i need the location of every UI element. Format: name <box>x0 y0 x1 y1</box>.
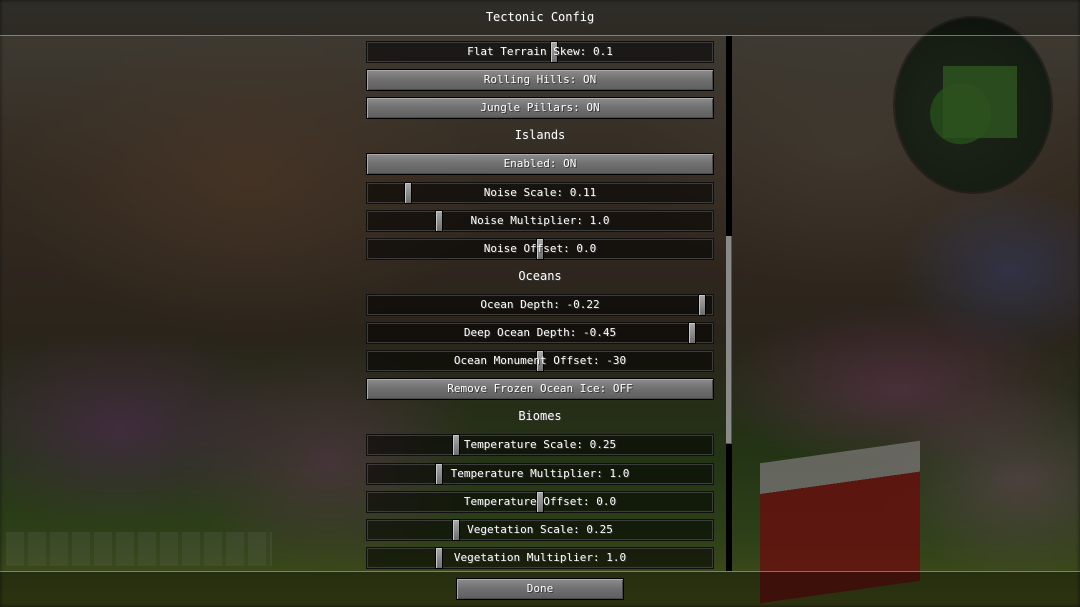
option-row: Enabled: ON <box>366 153 714 176</box>
option-row: Deep Ocean Depth: -0.45 <box>366 322 714 344</box>
slider-handle[interactable] <box>404 181 412 204</box>
slider-label: Noise Scale: 0.11 <box>483 185 597 199</box>
slider-handle[interactable] <box>452 434 460 457</box>
option-row: Temperature Scale: 0.25 <box>366 434 714 457</box>
option-row: Noise Scale: 0.11 <box>366 181 714 204</box>
option-slider[interactable]: Flat Terrain Skew: 0.1 <box>366 41 714 63</box>
slider-handle[interactable] <box>688 322 696 344</box>
section-header-biomes: Biomes <box>518 409 562 424</box>
option-row: Rolling Hills: ON <box>366 69 714 92</box>
option-row: Flat Terrain Skew: 0.1 <box>366 41 714 63</box>
slider-label: Vegetation Scale: 0.25 <box>467 522 613 536</box>
section-header-oceans: Oceans <box>518 268 562 283</box>
slider-handle[interactable] <box>435 462 443 485</box>
slider-handle[interactable] <box>452 518 460 541</box>
option-slider[interactable]: Vegetation Multiplier: 1.0 <box>366 546 714 569</box>
slider-handle[interactable] <box>698 293 706 316</box>
footer-divider <box>0 571 1080 572</box>
slider-label: Ocean Monument Offset: -30 <box>453 354 627 368</box>
option-row: Remove Frozen Ocean Ice: OFF <box>366 378 714 401</box>
option-slider[interactable]: Temperature Scale: 0.25 <box>366 434 714 457</box>
option-row: Jungle Pillars: ON <box>366 97 714 120</box>
slider-label: Deep Ocean Depth: -0.45 <box>463 326 617 339</box>
option-slider[interactable]: Noise Multiplier: 1.0 <box>366 209 714 232</box>
option-slider[interactable]: Temperature Offset: 0.0 <box>366 490 714 513</box>
section-header-islands: Islands <box>514 128 566 143</box>
option-row: Noise Offset: 0.0 <box>366 237 714 260</box>
slider-label: Temperature Multiplier: 1.0 <box>450 466 630 480</box>
option-row: Vegetation Scale: 0.25 <box>366 518 714 541</box>
slider-label: Noise Multiplier: 1.0 <box>470 213 610 227</box>
option-row: Temperature Multiplier: 1.0 <box>366 462 714 485</box>
option-slider[interactable]: Deep Ocean Depth: -0.45 <box>366 322 714 344</box>
slider-label: Ocean Depth: -0.22 <box>480 297 600 311</box>
slider-label: Temperature Offset: 0.0 <box>463 494 617 508</box>
option-slider[interactable]: Vegetation Scale: 0.25 <box>366 518 714 541</box>
option-slider[interactable]: Noise Scale: 0.11 <box>366 181 714 204</box>
option-row: Ocean Monument Offset: -30 <box>366 350 714 373</box>
option-row: Ocean Depth: -0.22 <box>366 293 714 316</box>
toggle-button[interactable]: Enabled: ON <box>366 153 714 176</box>
done-button[interactable]: Done <box>456 578 624 600</box>
option-row: Vegetation Multiplier: 1.0 <box>366 546 714 569</box>
slider-label: Temperature Scale: 0.25 <box>463 438 617 452</box>
slider-label: Vegetation Multiplier: 1.0 <box>453 550 627 564</box>
option-slider[interactable]: Ocean Monument Offset: -30 <box>366 350 714 373</box>
slider-handle[interactable] <box>435 546 443 569</box>
option-row: Noise Multiplier: 1.0 <box>366 209 714 232</box>
toggle-button[interactable]: Rolling Hills: ON <box>366 69 714 92</box>
screen-title: Tectonic Config <box>485 10 595 24</box>
option-slider[interactable]: Temperature Multiplier: 1.0 <box>366 462 714 485</box>
toggle-button[interactable]: Jungle Pillars: ON <box>366 97 714 120</box>
slider-label: Noise Offset: 0.0 <box>483 241 597 255</box>
slider-label: Flat Terrain Skew: 0.1 <box>467 45 613 58</box>
config-option-list[interactable]: Flat Terrain Skew: 0.1 Rolling Hills: ON J… <box>0 36 1080 571</box>
slider-handle[interactable] <box>435 209 443 232</box>
option-slider[interactable]: Ocean Depth: -0.22 <box>366 293 714 316</box>
option-slider[interactable]: Noise Offset: 0.0 <box>366 237 714 260</box>
toggle-button[interactable]: Remove Frozen Ocean Ice: OFF <box>366 378 714 401</box>
scrollbar-thumb[interactable] <box>726 236 732 444</box>
option-row: Temperature Offset: 0.0 <box>366 490 714 513</box>
